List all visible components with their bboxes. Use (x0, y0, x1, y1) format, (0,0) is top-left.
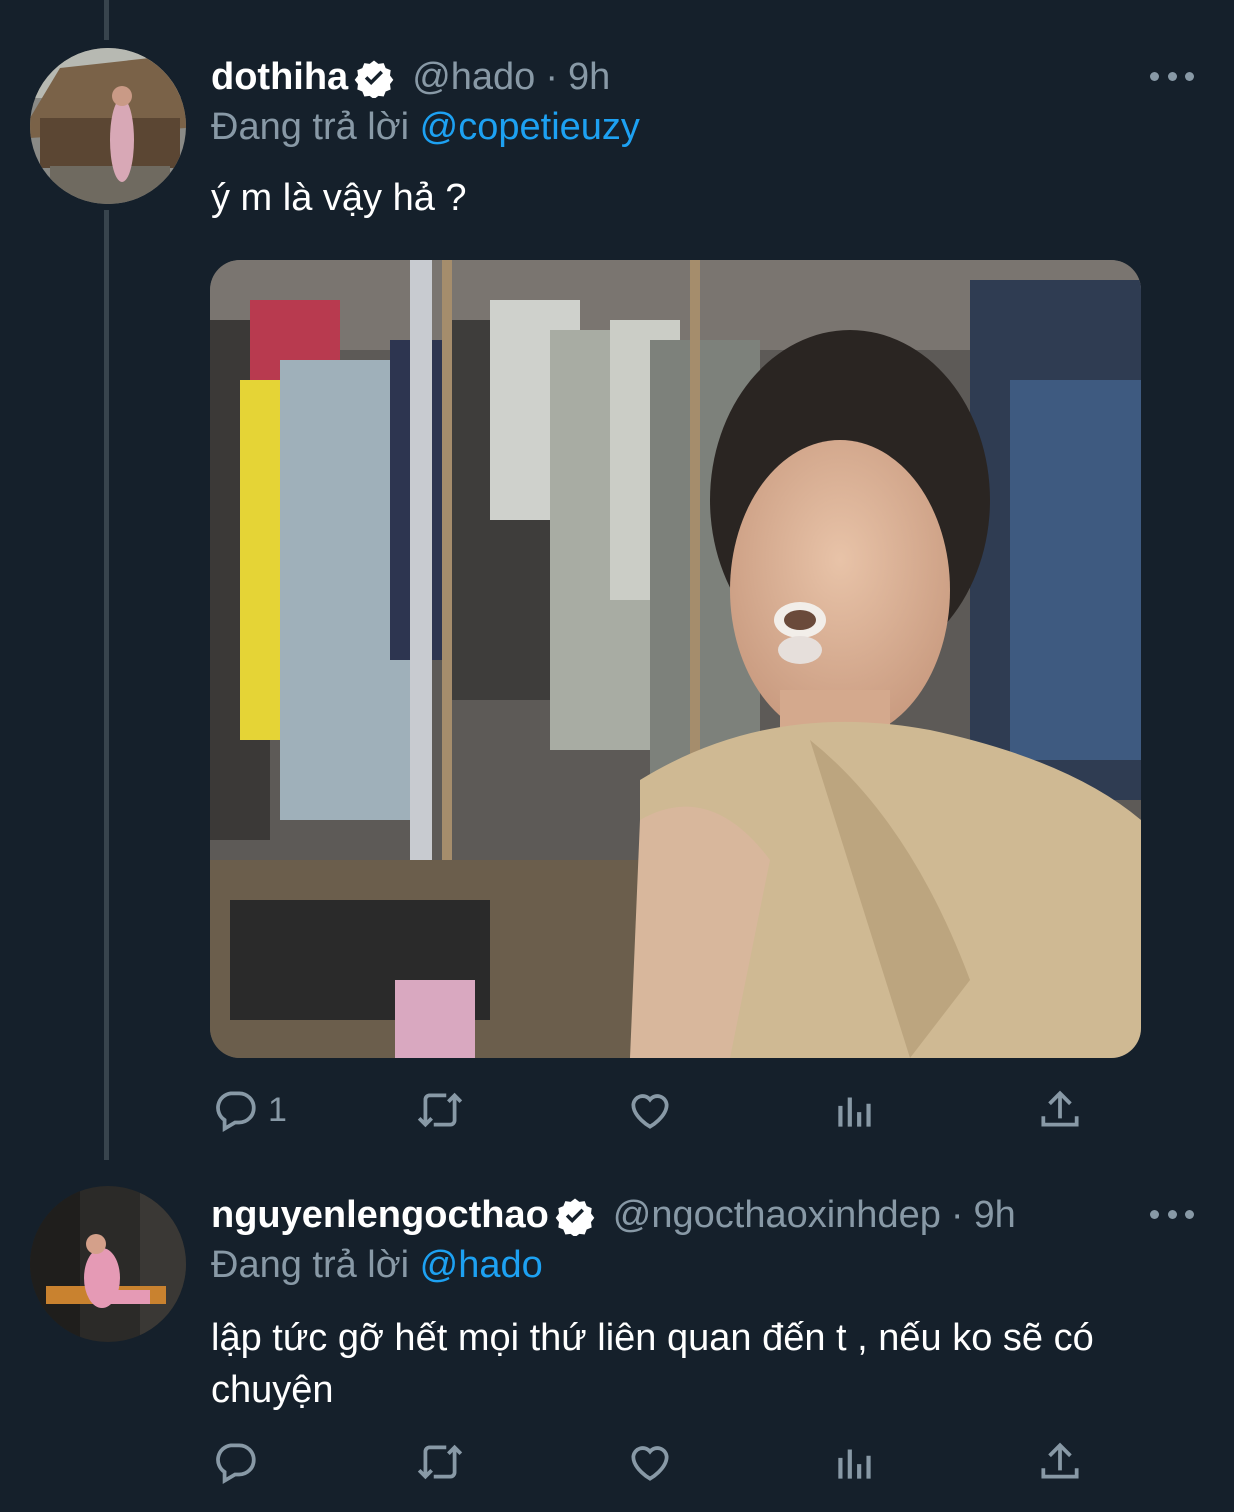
reply-button[interactable] (210, 1432, 268, 1492)
replying-to: Đang trả lời @copetieuzy (211, 106, 640, 149)
share-icon (1041, 1090, 1079, 1127)
analytics-icon (838, 1449, 871, 1479)
reply-count: 1 (268, 1090, 287, 1129)
handle[interactable]: @ngocthaoxinhdep (613, 1194, 941, 1237)
display-name[interactable]: dothiha (211, 56, 348, 99)
reply-icon (216, 1443, 256, 1485)
avatar[interactable] (30, 48, 186, 204)
tweet-actions: 1 (210, 1080, 1090, 1140)
analytics-icon (838, 1097, 871, 1127)
reply-button[interactable]: 1 (210, 1080, 287, 1140)
more-icon[interactable] (1150, 1204, 1194, 1224)
retweet-button[interactable] (415, 1080, 465, 1140)
retweet-icon (417, 1092, 463, 1128)
avatar[interactable] (30, 1186, 186, 1342)
tweet-header: dothiha @hado · 9h (211, 56, 610, 99)
analytics-button[interactable] (830, 1432, 880, 1492)
like-icon (631, 1094, 669, 1129)
tweet-text: ý m là vậy hả ? (211, 177, 467, 219)
timeline: dothiha @hado · 9h Đang trả lời @copetie… (0, 0, 1234, 1512)
tweet-text: lập tức gỡ hết mọi thứ liên quan đến t ,… (211, 1317, 1094, 1411)
share-button[interactable] (1035, 1080, 1085, 1140)
like-button[interactable] (625, 1080, 675, 1140)
mention-link[interactable]: @copetieuzy (420, 106, 640, 148)
verified-badge-icon (555, 1196, 595, 1237)
tweet[interactable]: nguyenlengocthao @ngocthaoxinhdep · 9h Đ… (0, 1160, 1234, 1512)
analytics-button[interactable] (830, 1080, 880, 1140)
timestamp[interactable]: 9h (568, 56, 610, 99)
replying-prefix: Đang trả lời (211, 106, 410, 148)
mention-link[interactable]: @hado (420, 1244, 543, 1286)
share-button[interactable] (1035, 1432, 1085, 1492)
display-name[interactable]: nguyenlengocthao (211, 1194, 549, 1237)
tweet-header: nguyenlengocthao @ngocthaoxinhdep · 9h (211, 1194, 1016, 1237)
retweet-button[interactable] (415, 1432, 465, 1492)
tweet-actions (210, 1432, 1090, 1492)
timestamp[interactable]: 9h (974, 1194, 1016, 1237)
replying-to: Đang trả lời @hado (211, 1244, 543, 1287)
separator-dot: · (545, 56, 558, 98)
share-icon (1041, 1442, 1079, 1479)
replying-prefix: Đang trả lời (211, 1244, 410, 1286)
reply-icon (216, 1091, 256, 1133)
handle[interactable]: @hado (412, 56, 535, 99)
verified-badge-icon (354, 58, 394, 99)
retweet-icon (417, 1444, 463, 1480)
separator-dot: · (950, 1194, 964, 1236)
tweet-photo[interactable] (210, 260, 1141, 1058)
like-button[interactable] (625, 1432, 675, 1492)
like-icon (631, 1446, 669, 1481)
more-icon[interactable] (1150, 66, 1194, 86)
tweet[interactable]: dothiha @hado · 9h Đang trả lời @copetie… (0, 0, 1234, 1160)
